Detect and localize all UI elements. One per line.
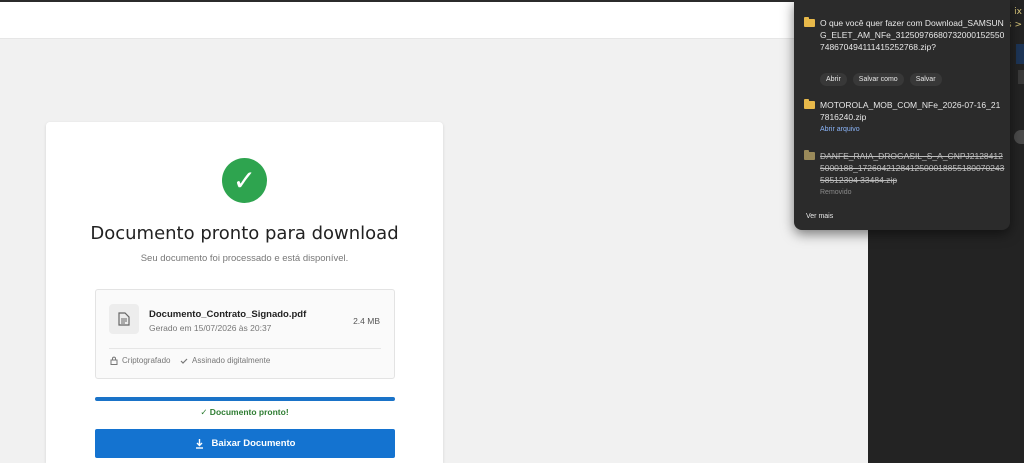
card-subtitle: Seu documento foi processado e está disp…: [140, 253, 349, 264]
removed-status: Removido: [820, 189, 852, 196]
download-button[interactable]: Baixar Documento: [95, 429, 395, 458]
progress-fill: [95, 397, 395, 401]
file-size: 2.4 MB: [353, 316, 380, 326]
folder-icon: [804, 17, 815, 27]
encrypted-tag: Criptografado: [110, 356, 170, 365]
encrypted-label: Criptografado: [122, 356, 171, 365]
side-panel-handle[interactable]: [1014, 130, 1024, 144]
download-card: ✓ Documento pronto para download Seu doc…: [46, 122, 443, 463]
side-panel-divider: [1018, 70, 1024, 84]
ready-status: ✓ Documento pronto!: [200, 407, 289, 417]
signed-label: Assinado digitalmente: [192, 356, 271, 365]
folder-icon: [804, 150, 815, 160]
download-item-text: MOTOROLA_MOB_COM_NFe_2026-07-16_21781624…: [820, 100, 1001, 122]
save-as-button[interactable]: Salvar como: [852, 73, 904, 86]
document-icon: [109, 304, 139, 334]
download-item-text: O que você quer fazer com Download_SAMSU…: [820, 18, 1005, 52]
card-title: Documento pronto para download: [90, 223, 399, 244]
progress-bar: [95, 397, 395, 401]
file-date: Gerado em 15/07/2026 às 20:37: [149, 323, 272, 333]
lock-icon: [110, 356, 118, 365]
download-actions: Abrir Salvar como Salvar: [820, 73, 942, 86]
download-item-text: DANFE_RAIA_DROGASIL_S_A_CNPJ212841250001…: [820, 151, 1005, 185]
page-header: [0, 2, 870, 39]
signed-tag: Assinado digitalmente: [180, 356, 270, 365]
file-divider: [109, 348, 381, 349]
checkmark-icon: [180, 358, 188, 364]
open-file-link[interactable]: Abrir arquivo: [820, 126, 860, 133]
file-name: Documento_Contrato_Signado.pdf: [149, 309, 307, 320]
see-more-link[interactable]: Ver mais: [806, 213, 833, 220]
open-button[interactable]: Abrir: [820, 73, 847, 86]
download-button-label: Baixar Documento: [211, 438, 296, 449]
folder-icon: [804, 99, 815, 109]
side-panel-accent: [1016, 44, 1024, 64]
success-check-icon: ✓: [222, 158, 267, 203]
download-icon: [195, 438, 203, 449]
save-button[interactable]: Salvar: [909, 73, 942, 86]
file-info-box: Documento_Contrato_Signado.pdf Gerado em…: [95, 289, 395, 379]
downloads-popup: O que você quer fazer com Download_SAMSU…: [794, 0, 1010, 230]
